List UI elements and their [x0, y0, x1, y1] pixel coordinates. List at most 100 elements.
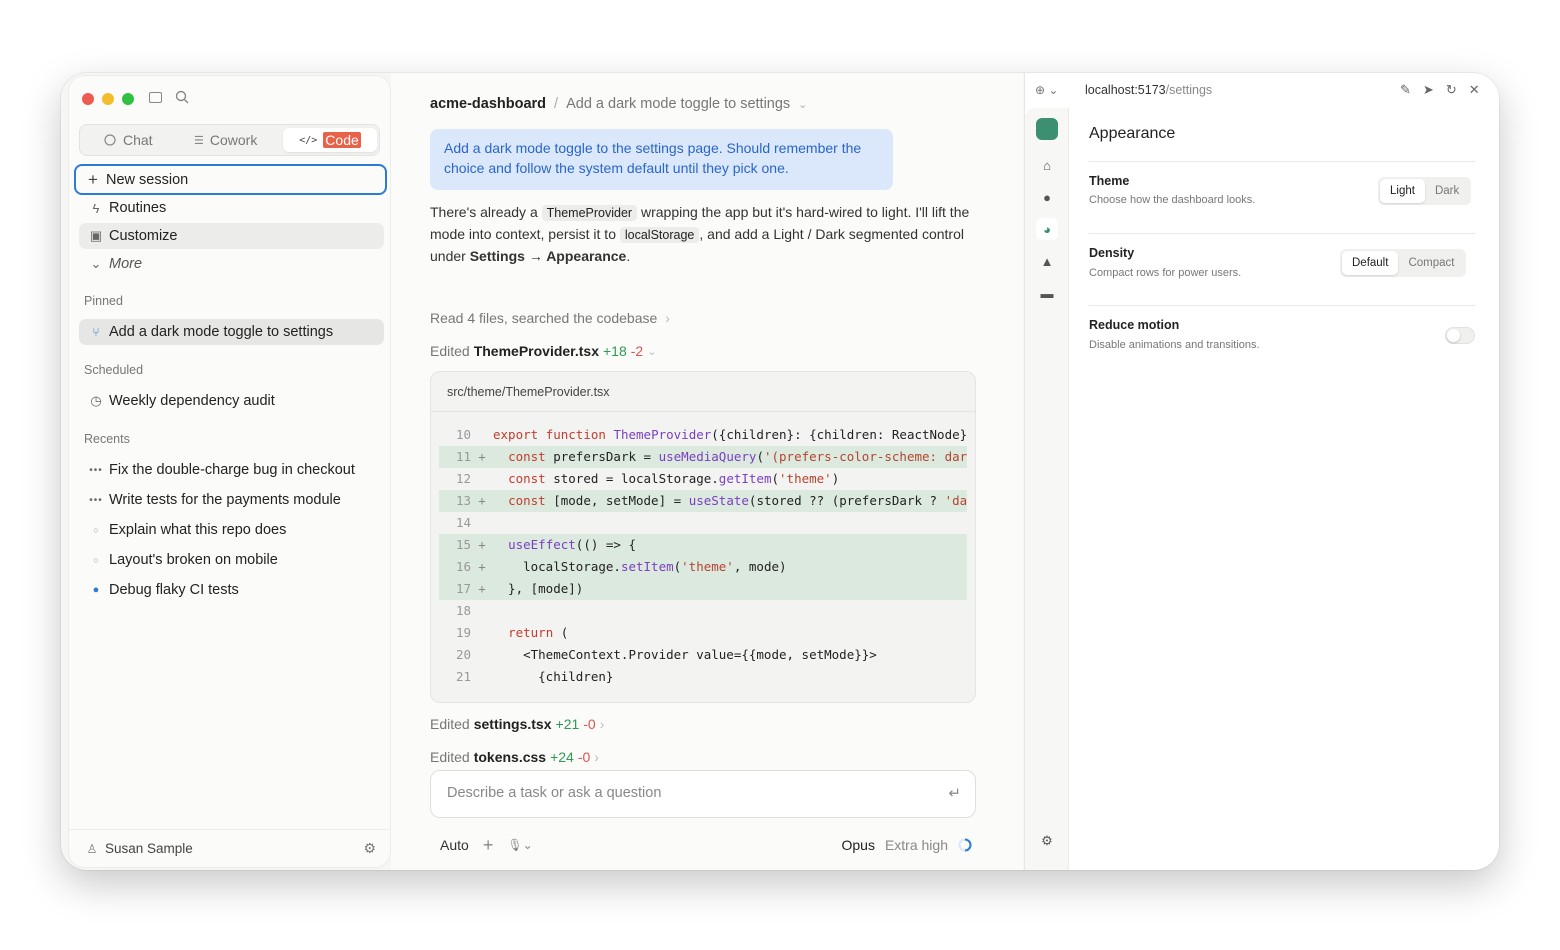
- lines-added: +18: [602, 343, 627, 359]
- assistant-reply: There's already a ThemeProvider wrapping…: [430, 202, 970, 267]
- clock-icon: ◷: [90, 393, 102, 408]
- lines-removed: -0: [577, 749, 591, 765]
- read-summary-text: Read 4 files, searched the codebase: [430, 310, 658, 326]
- home-icon[interactable]: ⌂: [1036, 154, 1058, 176]
- tab-chat[interactable]: Chat: [104, 128, 153, 152]
- globe-icon[interactable]: ⊕ ⌄: [1035, 83, 1058, 97]
- sidebar-item-pinned-session[interactable]: ⑂ Add a dark mode toggle to settings: [79, 319, 384, 345]
- running-icon: •••: [89, 494, 103, 506]
- edit-summary[interactable]: Edited settings.tsx +21 -0 ›: [430, 716, 604, 732]
- tab-label: Code: [323, 132, 361, 148]
- prompt-placeholder: Describe a task or ask a question: [447, 785, 662, 801]
- tab-cowork[interactable]: ☰ Cowork: [194, 128, 257, 152]
- line-number: 17: [455, 581, 471, 596]
- prompt-input[interactable]: Describe a task or ask a question ↵: [430, 770, 976, 818]
- tab-label: Chat: [123, 132, 153, 148]
- new-session-label: New session: [106, 171, 189, 188]
- refresh-icon[interactable]: ↻: [1446, 82, 1457, 98]
- lines-added: +21: [555, 716, 580, 732]
- chat-icon: [104, 133, 116, 146]
- model-selector[interactable]: Opus: [841, 837, 874, 853]
- reply-text: There's already a: [430, 204, 542, 220]
- repo-name[interactable]: acme-dashboard: [430, 96, 546, 112]
- chevron-down-icon: ⌄: [90, 256, 102, 271]
- session-title[interactable]: Add a dark mode toggle to settings: [566, 96, 790, 112]
- setting-label: Density: [1089, 246, 1135, 260]
- sidebar-toggle-icon[interactable]: [149, 92, 162, 103]
- mode-selector[interactable]: Auto: [440, 837, 469, 853]
- app-nav-rail: ⌂ ● ◕ ▲ ▬ ⚙: [1025, 108, 1069, 870]
- bell-icon[interactable]: ▲: [1036, 250, 1058, 272]
- edit-icon[interactable]: ✎: [1400, 82, 1411, 98]
- idle-dot-icon: ○: [93, 525, 99, 535]
- code-text: const stored = localStorage.getItem('the…: [508, 471, 840, 486]
- close-icon[interactable]: ✕: [1469, 82, 1480, 98]
- plus-icon[interactable]: +: [483, 835, 494, 856]
- new-session-button[interactable]: + New session: [74, 164, 387, 195]
- code-line: 21 {children}: [439, 666, 967, 688]
- density-segmented-control: Default Compact: [1340, 249, 1467, 277]
- read-summary[interactable]: Read 4 files, searched the codebase ›: [430, 310, 670, 326]
- sidebar-item-scheduled[interactable]: ◷ Weekly dependency audit: [79, 388, 384, 414]
- more-button[interactable]: ⌄ More: [79, 251, 384, 277]
- density-option-compact[interactable]: Compact: [1398, 251, 1464, 275]
- lines-removed: -2: [630, 343, 644, 359]
- recent-item[interactable]: ••• Write tests for the payments module: [79, 487, 384, 513]
- recent-item[interactable]: ••• Fix the double-charge bug in checkou…: [79, 457, 384, 483]
- url-bar[interactable]: localhost:5173/settings: [1085, 83, 1212, 97]
- settings-gear-icon[interactable]: ⚙: [1036, 830, 1058, 852]
- reduce-motion-toggle[interactable]: [1445, 327, 1475, 344]
- line-number: 15: [455, 537, 471, 552]
- chevron-down-icon[interactable]: ⌄: [798, 98, 807, 111]
- customize-label: Customize: [109, 228, 178, 244]
- user-name[interactable]: Susan Sample: [105, 841, 193, 856]
- settings-gear-icon[interactable]: ⚙: [363, 840, 376, 857]
- effort-selector[interactable]: Extra high: [885, 837, 948, 853]
- sidebar: Chat ☰ Cowork </> Code + New session ϟ R…: [68, 75, 391, 868]
- more-label: More: [109, 256, 143, 272]
- theme-option-light[interactable]: Light: [1380, 179, 1425, 203]
- minimize-window-button[interactable]: [102, 93, 114, 105]
- code-line: 20 <ThemeContext.Provider value={{mode, …: [439, 644, 967, 666]
- close-window-button[interactable]: [82, 93, 94, 105]
- code-icon: </>: [299, 134, 318, 146]
- edit-file: ThemeProvider.tsx: [473, 343, 599, 359]
- routines-button[interactable]: ϟ Routines: [79, 195, 384, 221]
- theme-option-dark[interactable]: Dark: [1425, 179, 1469, 203]
- line-number: 18: [455, 603, 471, 618]
- edit-prefix: Edited: [430, 343, 470, 359]
- customize-button[interactable]: ▣ Customize: [79, 223, 384, 249]
- card-icon[interactable]: ▬: [1036, 282, 1058, 304]
- recent-item[interactable]: ● Debug flaky CI tests: [79, 577, 384, 603]
- routines-label: Routines: [109, 200, 167, 216]
- cursor-icon[interactable]: ➤: [1423, 82, 1434, 98]
- microphone-icon[interactable]: 🎙︎⌄: [507, 838, 532, 852]
- palette-icon[interactable]: ◕: [1036, 218, 1058, 240]
- chevron-right-icon: ›: [599, 716, 605, 732]
- code-text: return (: [508, 625, 569, 640]
- tab-code[interactable]: </> Code: [283, 128, 377, 152]
- density-option-default[interactable]: Default: [1342, 251, 1399, 275]
- loading-spinner-icon: [958, 838, 972, 852]
- recent-item[interactable]: ○ Layout's broken on mobile: [79, 547, 384, 573]
- user-icon[interactable]: ●: [1036, 186, 1058, 208]
- code-text: {children}: [493, 669, 614, 684]
- chevron-down-icon: ⌄: [647, 345, 657, 358]
- search-icon[interactable]: [175, 90, 189, 104]
- edit-summary[interactable]: Edited tokens.css +24 -0 ›: [430, 749, 599, 765]
- edit-file: tokens.css: [473, 749, 547, 765]
- url-host: localhost:5173: [1085, 83, 1166, 97]
- lines-removed: -0: [583, 716, 596, 732]
- line-number: 19: [455, 625, 471, 640]
- code-line: 10 export function ThemeProvider({childre…: [439, 424, 967, 446]
- maximize-window-button[interactable]: [122, 93, 134, 105]
- enter-icon[interactable]: ↵: [948, 784, 961, 802]
- session-label: Add a dark mode toggle to settings: [109, 324, 334, 340]
- line-number: 20: [455, 647, 471, 662]
- composer-toolbar: Auto + 🎙︎⌄ Opus Extra high: [430, 833, 976, 857]
- edit-summary[interactable]: Edited ThemeProvider.tsx +18 -2 ⌄: [430, 343, 656, 359]
- edit-prefix: Edited: [430, 716, 470, 732]
- breadcrumb-separator: /: [554, 96, 559, 112]
- recents-header: Recents: [84, 432, 130, 446]
- recent-item[interactable]: ○ Explain what this repo does: [79, 517, 384, 543]
